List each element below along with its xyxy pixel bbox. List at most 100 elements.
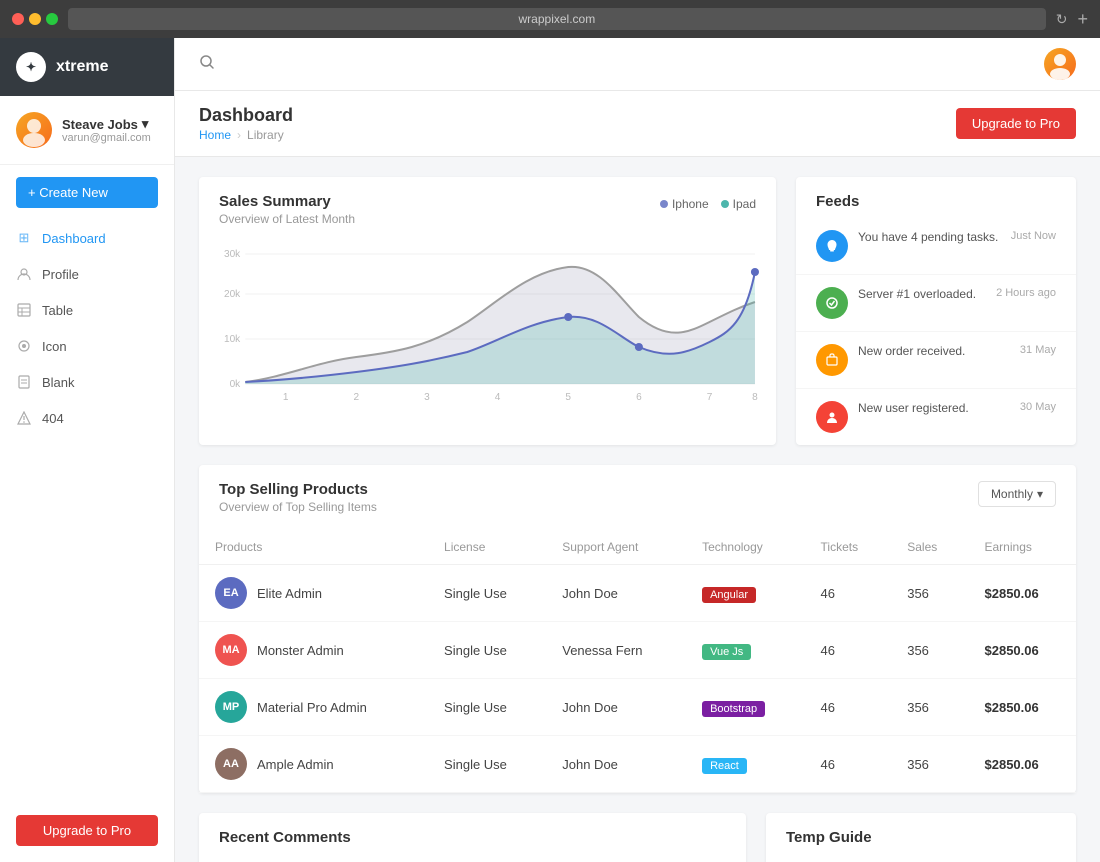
period-button[interactable]: Monthly ▾	[978, 481, 1056, 507]
dot-minimize[interactable]	[29, 13, 41, 25]
temp-header: Temp Guide	[766, 813, 1076, 854]
svg-text:3: 3	[424, 392, 430, 402]
page-title: Dashboard	[199, 105, 293, 126]
search-button[interactable]	[199, 54, 215, 75]
feed-icon-0	[816, 230, 848, 262]
svg-text:5: 5	[565, 392, 571, 402]
dashboard-icon: ⊞	[16, 230, 32, 246]
svg-text:30k: 30k	[224, 249, 241, 260]
sidebar: ✦ xtreme Steave Jobs ▾ varun@gmail.com +…	[0, 38, 175, 862]
breadcrumb-current: Library	[247, 128, 284, 142]
tech-badge: Angular	[702, 587, 756, 603]
sidebar-item-label: Profile	[42, 267, 79, 282]
table-row: MP Material Pro Admin Single Use John Do…	[199, 679, 1076, 736]
new-tab-button[interactable]: +	[1077, 9, 1088, 30]
feeds-header: Feeds	[796, 177, 1076, 218]
sidebar-item-label: Dashboard	[42, 231, 106, 246]
feeds-title: Feeds	[816, 193, 1056, 210]
sales-card-header: Sales Summary Overview of Latest Month I…	[199, 177, 776, 234]
breadcrumb-home[interactable]: Home	[199, 128, 231, 142]
sidebar-item-label: 404	[42, 411, 64, 426]
top-bar-right	[1044, 48, 1076, 80]
chevron-down-icon: ▾	[1037, 487, 1043, 501]
sidebar-item-label: Table	[42, 303, 73, 318]
svg-text:4: 4	[495, 392, 501, 402]
comments-header: Recent Comments	[199, 813, 746, 854]
comment-item-0: James Anderson Lorem Ipsum is simply dum…	[199, 854, 746, 862]
tech-badge: React	[702, 758, 747, 774]
col-sales: Sales	[891, 530, 968, 565]
sidebar-item-profile[interactable]: Profile	[0, 256, 174, 292]
svg-text:8: 8	[752, 392, 758, 402]
col-tech: Technology	[686, 530, 804, 565]
avatar-placeholder	[16, 112, 52, 148]
upgrade-pro-header-button[interactable]: Upgrade to Pro	[956, 108, 1076, 139]
url-bar[interactable]: wrappixel.com	[68, 8, 1046, 30]
app-wrapper: ✦ xtreme Steave Jobs ▾ varun@gmail.com +…	[0, 38, 1100, 862]
tech-badge: Bootstrap	[702, 701, 765, 717]
comments-title: Recent Comments	[219, 829, 726, 846]
feed-icon-1	[816, 287, 848, 319]
sales-title: Sales Summary	[219, 193, 355, 210]
temp-title: Temp Guide	[786, 829, 1056, 846]
products-table: Products License Support Agent Technolog…	[199, 530, 1076, 793]
breadcrumb: Home › Library	[199, 128, 293, 142]
table-header: Top Selling Products Overview of Top Sel…	[199, 465, 1076, 530]
404-icon	[16, 410, 32, 426]
dot-close[interactable]	[12, 13, 24, 25]
page-header: Dashboard Home › Library Upgrade to Pro	[175, 91, 1100, 157]
sidebar-item-icon[interactable]: Icon	[0, 328, 174, 364]
upgrade-pro-sidebar-button[interactable]: Upgrade to Pro	[16, 815, 158, 846]
svg-text:7: 7	[707, 392, 713, 402]
sidebar-item-404[interactable]: 404	[0, 400, 174, 436]
legend-iphone: Iphone	[660, 197, 709, 211]
dot-maximize[interactable]	[46, 13, 58, 25]
chart-container: 30k 20k 10k 0k 1 2 3	[199, 234, 776, 417]
table-row: MA Monster Admin Single Use Venessa Fern…	[199, 622, 1076, 679]
user-email: varun@gmail.com	[62, 132, 158, 144]
top-selling-card: Top Selling Products Overview of Top Sel…	[199, 465, 1076, 793]
content-area: Sales Summary Overview of Latest Month I…	[175, 157, 1100, 862]
sidebar-item-label: Blank	[42, 375, 75, 390]
svg-text:6: 6	[636, 392, 642, 402]
top-bar	[175, 38, 1100, 91]
sidebar-header: ✦ xtreme	[0, 38, 174, 96]
col-agent: Support Agent	[546, 530, 686, 565]
sidebar-user: Steave Jobs ▾ varun@gmail.com	[0, 96, 174, 165]
refresh-icon[interactable]: ↻	[1056, 11, 1068, 28]
feed-icon-3	[816, 401, 848, 433]
main-content: Dashboard Home › Library Upgrade to Pro	[175, 38, 1100, 862]
feeds-list: You have 4 pending tasks. Just Now Serve…	[796, 218, 1076, 445]
table-subtitle: Overview of Top Selling Items	[219, 500, 377, 514]
top-bar-left	[199, 54, 215, 75]
feed-item-1: Server #1 overloaded. 2 Hours ago	[796, 275, 1076, 332]
sales-subtitle: Overview of Latest Month	[219, 212, 355, 226]
sidebar-item-label: Icon	[42, 339, 67, 354]
comments-list: James Anderson Lorem Ipsum is simply dum…	[199, 854, 746, 862]
temp-content: 73 ° Saturday Ahmedabad, India	[766, 854, 1076, 862]
svg-text:1: 1	[283, 392, 289, 402]
product-avatar: MA	[215, 634, 247, 666]
col-earnings: Earnings	[969, 530, 1077, 565]
sales-summary-card: Sales Summary Overview of Latest Month I…	[199, 177, 776, 445]
product-avatar: MP	[215, 691, 247, 723]
feed-item-2: New order received. 31 May	[796, 332, 1076, 389]
sidebar-item-table[interactable]: Table	[0, 292, 174, 328]
feed-item-3: New user registered. 30 May	[796, 389, 1076, 445]
table-row: AA Ample Admin Single Use John Doe React…	[199, 736, 1076, 793]
sidebar-item-dashboard[interactable]: ⊞ Dashboard	[0, 220, 174, 256]
col-license: License	[428, 530, 546, 565]
table-title: Top Selling Products	[219, 481, 377, 498]
create-new-button[interactable]: + Create New	[16, 177, 158, 208]
sidebar-brand: xtreme	[56, 58, 108, 76]
comments-card: Recent Comments James Anderson Lorem Ips…	[199, 813, 746, 862]
feed-icon-2	[816, 344, 848, 376]
product-avatar: AA	[215, 748, 247, 780]
top-bar-avatar[interactable]	[1044, 48, 1076, 80]
sidebar-item-blank[interactable]: Blank	[0, 364, 174, 400]
svg-text:20k: 20k	[224, 289, 241, 300]
svg-text:0k: 0k	[230, 379, 242, 390]
svg-text:10k: 10k	[224, 334, 241, 345]
browser-chrome: wrappixel.com ↻ +	[0, 0, 1100, 38]
col-products: Products	[199, 530, 428, 565]
